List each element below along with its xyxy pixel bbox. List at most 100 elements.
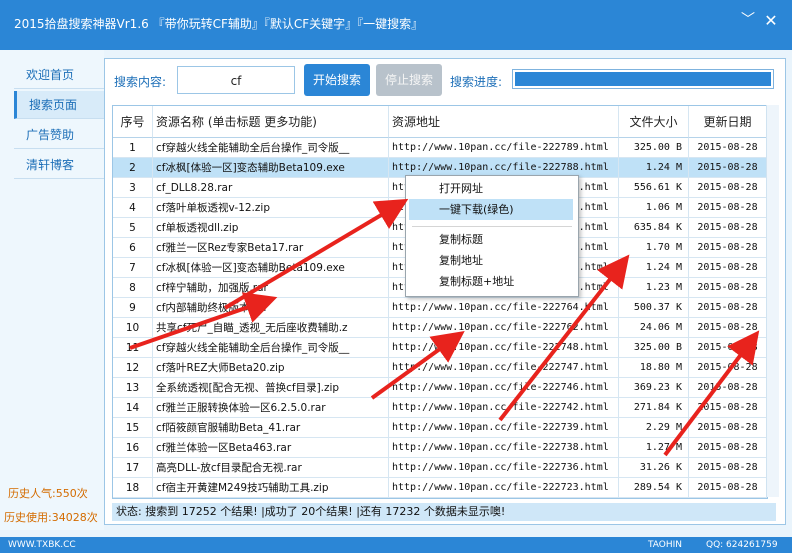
file-size: 556.61 K — [619, 178, 689, 198]
resource-name[interactable]: cf冰枫[体验一区]变态辅助Beta109.exe — [153, 258, 389, 278]
resource-name[interactable]: cf穿越火线全能辅助全后台操作_司令版__ — [153, 138, 389, 158]
minimize-icon[interactable]: ﹀ — [740, 13, 756, 29]
sidebar-item-home[interactable]: 欢迎首页 — [14, 61, 104, 89]
row-number: 15 — [113, 418, 153, 438]
resource-name[interactable]: cf雅兰体验一区Beta463.rar — [153, 438, 389, 458]
close-icon[interactable]: ✕ — [762, 12, 780, 30]
resource-url: http://www.10pan.cc/file-222764.html — [389, 298, 619, 318]
update-date: 2015-08-28 — [689, 318, 767, 338]
footer-author: TAOHIN — [648, 540, 683, 550]
file-size: 18.80 M — [619, 358, 689, 378]
resource-url: http://www.10pan.cc/file-222747.html — [389, 358, 619, 378]
table-row[interactable]: 12 cf落叶REZ大师Beta20.zip http://www.10pan.cc… — [113, 358, 767, 378]
popularity-stat: 历史人气:550次 — [8, 487, 88, 500]
table-row[interactable]: 11 cf穿越火线全能辅助全后台操作_司令版__ http://www.10pan.… — [113, 338, 767, 358]
resource-url: http://www.10pan.cc/file-222742.html — [389, 398, 619, 418]
table-row[interactable]: 1 cf穿越火线全能辅助全后台操作_司令版__ http://www.10pan.c… — [113, 138, 767, 158]
file-size: 1.70 M — [619, 238, 689, 258]
update-date: 2015-08-28 — [689, 298, 767, 318]
update-date: 2015-08-28 — [689, 138, 767, 158]
results-table: 序号 资源名称 (单击标题 更多功能) 资源地址 文件大小 更新日期 1 cf穿越… — [112, 105, 768, 499]
context-menu: 打开网址 一键下载(绿色) 复制标题 复制地址 复制标题+地址 — [405, 175, 579, 297]
table-row[interactable]: 16 cf雅兰体验一区Beta463.rar http://www.10pan.cc… — [113, 438, 767, 458]
resource-url: http://www.10pan.cc/file-222746.html — [389, 378, 619, 398]
menu-item-copy-title-url[interactable]: 复制标题+地址 — [409, 271, 573, 292]
file-size: 635.84 K — [619, 218, 689, 238]
resource-name[interactable]: cf内部辅助终极版本.rar — [153, 298, 389, 318]
file-size: 31.26 K — [619, 458, 689, 478]
sidebar-item-blog[interactable]: 清轩博客 — [14, 151, 104, 179]
stop-search-button[interactable]: 停止搜索 — [376, 64, 442, 96]
table-row[interactable]: 13 全系统透视[配合无视、普换cf目录].zip http://www.10pan… — [113, 378, 767, 398]
row-number: 1 — [113, 138, 153, 158]
resource-name[interactable]: 全系统透视[配合无视、普换cf目录].zip — [153, 378, 389, 398]
file-size: 369.23 K — [619, 378, 689, 398]
resource-name[interactable]: cf_DLL8.28.rar — [153, 178, 389, 198]
resource-name[interactable]: 共享cf死尸_自瞄_透视_无后座收费辅助.z — [153, 318, 389, 338]
table-row[interactable]: 9 cf内部辅助终极版本.rar http://www.10pan.cc/file-… — [113, 298, 767, 318]
update-date: 2015-08-28 — [689, 418, 767, 438]
update-date: 2015-08-28 — [689, 338, 767, 358]
sidebar-item-ads[interactable]: 广告赞助 — [14, 121, 104, 149]
column-header-name[interactable]: 资源名称 (单击标题 更多功能) — [153, 106, 389, 138]
file-size: 1.06 M — [619, 198, 689, 218]
sidebar: 欢迎首页 搜索页面 广告赞助 清轩博客 历史人气:550次 历史使用:34028… — [0, 50, 104, 530]
search-input[interactable]: cf — [177, 66, 295, 94]
search-content-label: 搜索内容: — [114, 75, 167, 89]
table-scrollbar[interactable] — [766, 105, 779, 497]
resource-name[interactable]: cf陌筱颜官服辅助Beta_41.rar — [153, 418, 389, 438]
file-size: 2.29 M — [619, 418, 689, 438]
start-search-button[interactable]: 开始搜索 — [304, 64, 370, 96]
table-row[interactable]: 10 共享cf死尸_自瞄_透视_无后座收费辅助.z http://www.10pan… — [113, 318, 767, 338]
resource-url: http://www.10pan.cc/file-222738.html — [389, 438, 619, 458]
footer-qq: QQ: 624261759 — [706, 540, 778, 550]
file-size: 271.84 K — [619, 398, 689, 418]
footer-website: WWW.TXBK.CC — [8, 540, 76, 550]
row-number: 6 — [113, 238, 153, 258]
resource-name[interactable]: cf冰枫[体验一区]变态辅助Beta109.exe — [153, 158, 389, 178]
resource-url: http://www.10pan.cc/file-222789.html — [389, 138, 619, 158]
row-number: 2 — [113, 158, 153, 178]
resource-name[interactable]: cf穿越火线全能辅助全后台操作_司令版__ — [153, 338, 389, 358]
resource-name[interactable]: cf单板透视dll.zip — [153, 218, 389, 238]
column-header-date[interactable]: 更新日期 — [689, 106, 767, 138]
sidebar-item-search[interactable]: 搜索页面 — [14, 91, 104, 119]
row-number: 14 — [113, 398, 153, 418]
menu-item-open-url[interactable]: 打开网址 — [409, 178, 573, 199]
row-number: 12 — [113, 358, 153, 378]
file-size: 1.27 M — [619, 438, 689, 458]
table-row[interactable]: 14 cf雅兰正服转换体验一区6.2.5.0.rar http://www.10pa… — [113, 398, 767, 418]
resource-name[interactable]: cf梓宁辅助，加强版.rar — [153, 278, 389, 298]
menu-item-one-click-download[interactable]: 一键下载(绿色) — [409, 199, 573, 220]
resource-name[interactable]: cf宿主开黄建M249技巧辅助工具.zip — [153, 478, 389, 498]
file-size: 1.24 M — [619, 258, 689, 278]
resource-name[interactable]: cf雅兰一区Rez专家Beta17.rar — [153, 238, 389, 258]
table-row[interactable]: 17 高亮DLL-放cf目录配合无视.rar http://www.10pan.cc… — [113, 458, 767, 478]
table-row[interactable]: 18 cf宿主开黄建M249技巧辅助工具.zip http://www.10pan.… — [113, 478, 767, 498]
file-size: 500.37 K — [619, 298, 689, 318]
update-date: 2015-08-28 — [689, 378, 767, 398]
footer-bar: WWW.TXBK.CC TAOHIN QQ: 624261759 — [0, 537, 792, 553]
menu-item-copy-title[interactable]: 复制标题 — [409, 229, 573, 250]
menu-item-copy-url[interactable]: 复制地址 — [409, 250, 573, 271]
column-header-size[interactable]: 文件大小 — [619, 106, 689, 138]
resource-name[interactable]: 高亮DLL-放cf目录配合无视.rar — [153, 458, 389, 478]
update-date: 2015-08-28 — [689, 358, 767, 378]
table-row[interactable]: 15 cf陌筱颜官服辅助Beta_41.rar http://www.10pan.c… — [113, 418, 767, 438]
window-title: 2015拾盘搜索神器Vr1.6 『带你玩转CF辅助』『默认CF关键字』『一键搜索… — [14, 17, 424, 31]
resource-url: http://www.10pan.cc/file-222736.html — [389, 458, 619, 478]
update-date: 2015-08-28 — [689, 258, 767, 278]
search-progress-label: 搜索进度: — [450, 75, 503, 89]
file-size: 325.00 B — [619, 338, 689, 358]
search-progress-fill — [515, 72, 771, 86]
status-bar: 状态: 搜索到 17252 个结果! |成功了 20个结果! |还有 17232… — [112, 503, 776, 521]
resource-name[interactable]: cf雅兰正服转换体验一区6.2.5.0.rar — [153, 398, 389, 418]
title-bar: 2015拾盘搜索神器Vr1.6 『带你玩转CF辅助』『默认CF关键字』『一键搜索… — [0, 0, 792, 50]
resource-url: http://www.10pan.cc/file-222762.html — [389, 318, 619, 338]
update-date: 2015-08-28 — [689, 278, 767, 298]
column-header-url[interactable]: 资源地址 — [389, 106, 619, 138]
resource-name[interactable]: cf落叶REZ大师Beta20.zip — [153, 358, 389, 378]
search-progress-bar — [512, 69, 774, 89]
resource-name[interactable]: cf落叶单板透视v-12.zip — [153, 198, 389, 218]
column-header-no[interactable]: 序号 — [113, 106, 153, 138]
